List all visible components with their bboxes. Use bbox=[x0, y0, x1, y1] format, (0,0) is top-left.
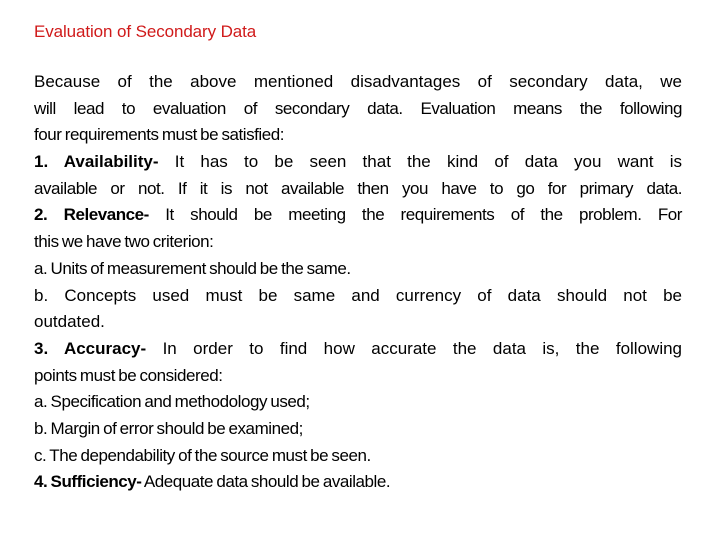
body-text: Because of the above mentioned disadvant… bbox=[34, 72, 682, 91]
requirement-label: 2. Relevance- bbox=[34, 205, 149, 225]
accuracy-point: a. Specification and methodology used; bbox=[34, 389, 682, 416]
requirement-sufficiency: 4. Sufficiency- Adequate data should be … bbox=[34, 469, 682, 496]
body-text: available or not. If it is not available… bbox=[34, 178, 682, 198]
body-text: In order to find how accurate the data i… bbox=[146, 338, 683, 358]
criterion-item: b. Concepts used must be same and curren… bbox=[34, 283, 682, 310]
body-line: available or not. If it is not available… bbox=[34, 176, 682, 203]
slide-body: Because of the above mentioned disadvant… bbox=[34, 69, 682, 496]
requirement-label: 1. Availability- bbox=[34, 152, 159, 172]
accuracy-point: c. The dependability of the source must … bbox=[34, 443, 682, 470]
body-text: outdated. bbox=[34, 312, 105, 332]
body-text: c. The dependability of the source must … bbox=[34, 445, 371, 465]
body-line: Because of the above mentioned disadvant… bbox=[34, 69, 682, 96]
body-line: points must be considered: bbox=[34, 363, 682, 390]
body-text: four requirements must be satisfied: bbox=[34, 125, 285, 145]
requirement-accuracy: 3. Accuracy- In order to find how accura… bbox=[34, 336, 682, 363]
body-text: Adequate data should be available. bbox=[141, 472, 391, 492]
body-line: this we have two criterion: bbox=[34, 229, 682, 256]
body-text: a. Specification and methodology used; bbox=[34, 392, 310, 412]
body-text: It has to be seen that the kind of data … bbox=[158, 152, 682, 172]
body-text: It should be meeting the requirements of… bbox=[148, 205, 683, 225]
body-text: b. Margin of error should be examined; bbox=[34, 418, 303, 438]
body-line: outdated. bbox=[34, 309, 682, 336]
criterion-item: a. Units of measurement should be the sa… bbox=[34, 256, 682, 283]
body-text: points must be considered: bbox=[34, 365, 223, 385]
accuracy-point: b. Margin of error should be examined; bbox=[34, 416, 682, 443]
body-text: a. Units of measurement should be the sa… bbox=[34, 258, 351, 278]
body-text: will lead to evaluation of secondary dat… bbox=[34, 98, 682, 118]
requirement-relevance: 2. Relevance- It should be meeting the r… bbox=[34, 202, 682, 229]
body-text: b. Concepts used must be same and curren… bbox=[34, 285, 682, 305]
requirement-label: 3. Accuracy- bbox=[34, 338, 147, 358]
requirement-label: 4. Sufficiency- bbox=[34, 472, 142, 492]
requirement-availability: 1. Availability- It has to be seen that … bbox=[34, 149, 682, 176]
body-line: four requirements must be satisfied: bbox=[34, 122, 682, 149]
body-text: this we have two criterion: bbox=[34, 232, 214, 252]
slide-title: Evaluation of Secondary Data bbox=[34, 22, 257, 41]
body-line: will lead to evaluation of secondary dat… bbox=[34, 96, 682, 123]
slide: Evaluation of Secondary Data Because of … bbox=[0, 0, 720, 540]
